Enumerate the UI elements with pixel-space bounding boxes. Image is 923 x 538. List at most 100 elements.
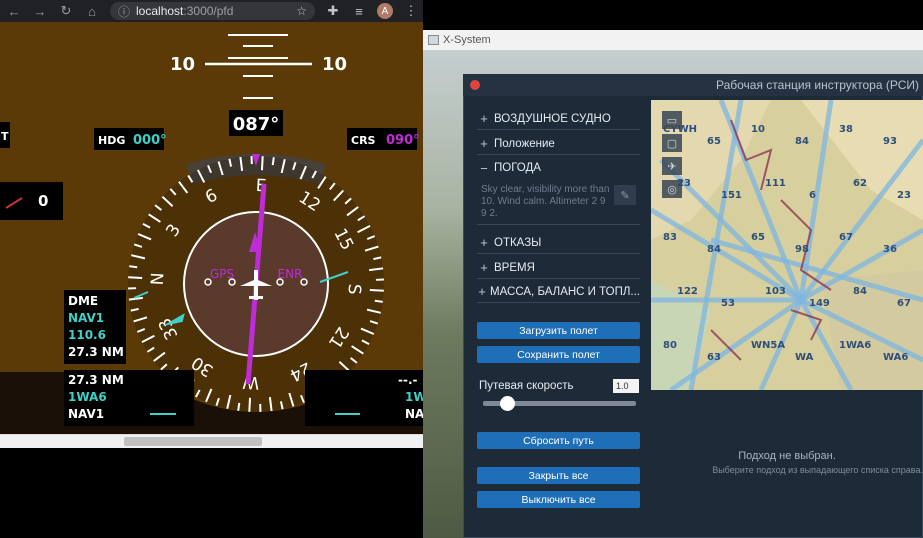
map-label: 83: [663, 232, 677, 243]
bearing-right-dist: --.-: [398, 373, 418, 387]
panel-title-text: Рабочая станция инструктора (РСИ): [715, 78, 919, 92]
hdg-label: HDG: [98, 134, 125, 147]
sectional-map[interactable]: CYWH 65 10 84 38 93 23 151 111 6 62 23 83 84 65 98 67 36 1…: [651, 100, 923, 390]
dme-freq: 110.6: [68, 328, 106, 342]
section-weight-balance[interactable]: + МАССА, БАЛАНС И ТОПЛ...: [477, 281, 640, 303]
section-label: ВРЕМЯ: [494, 261, 535, 274]
map-label: 1WA6: [839, 340, 871, 351]
dme-dist: 27.3 NM: [68, 345, 124, 359]
pitch-label-left: 10: [170, 54, 195, 75]
shutdown-all-button[interactable]: Выключить все: [477, 491, 640, 508]
map-label: WA: [795, 352, 814, 363]
instructor-panel-title: Рабочая станция инструктора (РСИ): [463, 74, 923, 96]
bearing-right-ident: 1W: [405, 390, 423, 404]
address-bar[interactable]: ⓘ localhost:3000/pfd ☆: [110, 2, 315, 20]
dme-title: DME: [68, 294, 98, 308]
hdg-value: 000°: [133, 133, 167, 148]
gps-label: GPS: [210, 267, 234, 281]
media-icon[interactable]: ≡: [351, 4, 367, 19]
close-icon[interactable]: [470, 80, 480, 90]
expand-icon: +: [480, 235, 488, 250]
expand-icon: +: [480, 136, 488, 151]
map-label: 10: [751, 124, 765, 135]
compass-tick: [128, 276, 143, 280]
section-aircraft[interactable]: + ВОЗДУШНОЕ СУДНО: [477, 108, 640, 130]
ground-speed-input[interactable]: 1.0: [613, 379, 639, 393]
menu-icon[interactable]: ⋮: [403, 3, 419, 19]
x-system-title: X-System: [443, 34, 491, 46]
reload-icon[interactable]: ↻: [58, 3, 74, 19]
back-icon[interactable]: ←: [6, 4, 22, 19]
compass-tick: [237, 402, 241, 411]
section-label: ОТКАЗЫ: [494, 236, 542, 249]
map-graphic: CYWH651084389323151111662238384659867361…: [651, 100, 923, 390]
ground-speed-label: Путевая скорость: [479, 380, 574, 392]
compass-tick: [374, 299, 383, 303]
load-flight-button[interactable]: Загрузить полет: [477, 322, 640, 339]
section-label: ПОГОДА: [494, 162, 541, 174]
bookmark-star-icon[interactable]: ☆: [296, 4, 307, 18]
map-layers-icon[interactable]: ▢: [662, 134, 682, 152]
weather-summary: Sky clear, visibility more than 10. Wind…: [481, 184, 610, 219]
pfd-graphic: 10 10 087° HDG 000° CRS 090° T 0 N36 E12…: [0, 34, 423, 434]
map-zoom-in-icon[interactable]: ▭: [662, 111, 682, 129]
reset-path-button[interactable]: Сбросить путь: [477, 432, 640, 449]
expand-icon: +: [480, 260, 488, 275]
map-label: 67: [839, 232, 853, 243]
slider-knob[interactable]: [500, 396, 515, 411]
bearing-left-ident: 1WA6: [68, 390, 107, 404]
compass-label: S: [344, 283, 365, 295]
x-system-titlebar: X-System: [423, 30, 923, 50]
avatar[interactable]: A: [377, 3, 393, 19]
url-host: localhost: [136, 4, 184, 18]
expand-icon: +: [480, 111, 488, 126]
bearing-right-source: NA: [405, 407, 423, 421]
map-label: 103: [765, 286, 786, 297]
map-label: 98: [795, 244, 809, 255]
map-label: 65: [751, 232, 765, 243]
map-aircraft-icon[interactable]: ✈: [662, 157, 682, 175]
map-label: 36: [883, 244, 897, 255]
section-weather[interactable]: − ПОГОДА: [477, 157, 640, 179]
crs-label: CRS: [351, 134, 376, 147]
map-label: 65: [707, 136, 721, 147]
close-all-button[interactable]: Закрыть все: [477, 467, 640, 484]
map-label: 122: [677, 286, 698, 297]
section-time[interactable]: + ВРЕМЯ: [477, 257, 640, 279]
heading-readout: 087°: [233, 114, 280, 135]
compass-label: N: [148, 272, 169, 286]
home-icon[interactable]: ⌂: [84, 4, 100, 19]
section-label: ВОЗДУШНОЕ СУДНО: [494, 112, 611, 125]
expand-icon: +: [478, 284, 486, 299]
map-label: 93: [883, 136, 897, 147]
map-label: 53: [721, 298, 735, 309]
bearing-left-source: NAV1: [68, 407, 104, 421]
section-position[interactable]: + Положение: [477, 133, 640, 155]
map-label: 62: [853, 178, 867, 189]
scrollbar-thumb[interactable]: [124, 437, 262, 446]
section-failures[interactable]: + ОТКАЗЫ: [477, 232, 640, 254]
pfd-display: 10 10 087° HDG 000° CRS 090° T 0 N 3 6 E…: [0, 22, 423, 434]
save-flight-button[interactable]: Сохранить полет: [477, 346, 640, 363]
map-label: 63: [707, 352, 721, 363]
map-label: 84: [707, 244, 721, 255]
compass-tick: [129, 265, 138, 269]
edit-pencil-icon[interactable]: ✎: [614, 185, 636, 205]
map-label: 6: [809, 190, 816, 201]
compass-tick: [248, 397, 252, 412]
crs-value: 090°: [386, 133, 420, 148]
enr-label: ENR: [278, 267, 303, 281]
url-path: :3000/pfd: [183, 4, 234, 18]
info-icon[interactable]: ⓘ: [118, 3, 130, 20]
browser-window: ← → ↻ ⌂ ⓘ localhost:3000/pfd ☆ ✚ ≡ A ⋮ 1…: [0, 0, 423, 450]
map-label: 67: [897, 298, 911, 309]
dme-source: NAV1: [68, 311, 104, 325]
map-target-icon[interactable]: ◎: [662, 180, 682, 198]
left-partial-value: 0: [38, 192, 48, 210]
extensions-icon[interactable]: ✚: [325, 3, 341, 19]
map-label: 80: [663, 340, 677, 351]
section-label: Положение: [494, 137, 555, 150]
forward-icon[interactable]: →: [32, 4, 48, 19]
map-label: 38: [839, 124, 853, 135]
browser-toolbar: ← → ↻ ⌂ ⓘ localhost:3000/pfd ☆ ✚ ≡ A ⋮: [0, 0, 423, 22]
